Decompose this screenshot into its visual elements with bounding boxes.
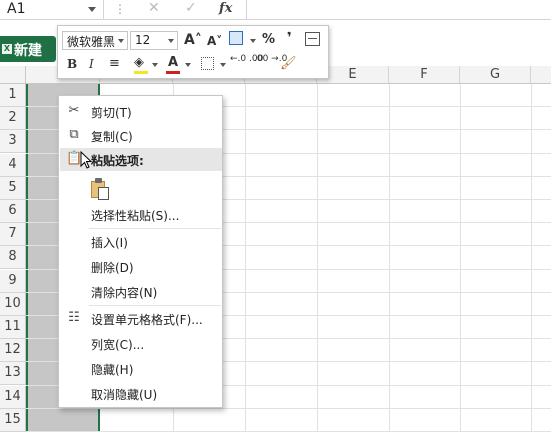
copy-icon: ⧉ [69, 127, 79, 142]
number-format-icon[interactable] [229, 31, 243, 45]
menu-item-label: 粘贴选项: [91, 154, 144, 168]
italic-icon[interactable]: I [89, 55, 94, 73]
menu-item-label: 插入(I) [91, 236, 128, 250]
menu-item-hide[interactable]: 隐藏(H) [60, 357, 222, 380]
menu-item-label: 剪切(T) [91, 106, 132, 120]
row-header-10[interactable]: 10 [0, 292, 26, 316]
menu-item-paste-special[interactable]: 选择性粘贴(S)... [60, 203, 222, 226]
column-gridline [531, 84, 532, 432]
menu-item-label: 删除(D) [91, 261, 134, 275]
mouse-cursor-icon [80, 151, 92, 169]
merge-center-icon[interactable] [305, 32, 320, 46]
context-menu: ✂ 剪切(T) ⧉ 复制(C) 📋 粘贴选项: 选择性粘贴(S)... 插入(I… [58, 95, 223, 408]
menu-separator [89, 305, 221, 306]
column-gridline [317, 84, 318, 432]
row-header-15[interactable]: 15 [0, 408, 26, 432]
font-name-select[interactable]: 微软雅黑 [62, 31, 128, 50]
menu-item-delete[interactable]: 删除(D) [60, 255, 222, 278]
menu-item-format-cells[interactable]: ☷ 设置单元格格式(F)... [60, 307, 222, 330]
bold-icon[interactable]: B [67, 55, 77, 73]
column-gridline [245, 84, 246, 432]
name-box-dropdown-icon[interactable] [88, 7, 96, 12]
grow-font-icon[interactable]: A˄ [184, 31, 202, 49]
font-color-icon[interactable]: A [168, 54, 178, 72]
font-size-value: 12 [135, 33, 151, 47]
column-header-f[interactable]: F [389, 66, 460, 84]
chevron-down-icon[interactable] [185, 63, 191, 67]
formula-bar-grip-icon: ⋮ [114, 2, 126, 16]
workbook-tab-label: 新建 [14, 43, 42, 59]
column-gridline [389, 84, 390, 432]
menu-item-copy[interactable]: ⧉ 复制(C) [60, 124, 222, 147]
menu-item-label: 隐藏(H) [91, 363, 134, 377]
menu-item-column-width[interactable]: 列宽(C)... [60, 332, 222, 355]
clipboard-clip [95, 178, 102, 183]
row-header-13[interactable]: 13 [0, 362, 26, 386]
menu-item-label: 取消隐藏(U) [91, 388, 158, 402]
fill-color-swatch [134, 71, 148, 74]
menu-item-label: 清除内容(N) [91, 286, 158, 300]
chevron-down-icon[interactable] [220, 63, 226, 67]
row-header-2[interactable]: 2 [0, 107, 26, 131]
menu-item-label: 选择性粘贴(S)... [91, 209, 180, 223]
align-center-icon[interactable]: ≡ [109, 55, 120, 73]
percent-icon[interactable]: % [262, 31, 275, 49]
confirm-entry-button[interactable]: ✓ [185, 0, 197, 16]
name-box[interactable]: A1 [0, 0, 104, 20]
row-header-3[interactable]: 3 [0, 130, 26, 154]
shrink-font-icon[interactable]: A˅ [207, 32, 222, 50]
formula-bar-divider [246, 0, 247, 20]
menu-item-cut[interactable]: ✂ 剪切(T) [60, 100, 222, 123]
borders-icon[interactable] [201, 57, 214, 70]
menu-item-label: 列宽(C)... [91, 338, 145, 352]
row-header-14[interactable]: 14 [0, 385, 26, 409]
chevron-down-icon[interactable] [152, 63, 158, 67]
chevron-down-icon [118, 39, 124, 43]
font-size-select[interactable]: 12 [130, 31, 178, 50]
column-gridline [460, 84, 461, 432]
select-all-corner[interactable] [0, 66, 26, 84]
format-cells-icon: ☷ [68, 310, 80, 325]
menu-item-unhide[interactable]: 取消隐藏(U) [60, 382, 222, 405]
scissors-icon: ✂ [68, 103, 80, 118]
insert-function-button[interactable]: fx [219, 1, 232, 16]
comma-style-icon[interactable]: ❜ [287, 29, 292, 47]
paste-button[interactable] [91, 178, 111, 200]
row-header-7[interactable]: 7 [0, 223, 26, 247]
fill-color-icon[interactable]: ◈ [134, 54, 144, 72]
row-header-5[interactable]: 5 [0, 176, 26, 200]
font-name-value: 微软雅黑 [67, 35, 116, 49]
chevron-down-icon[interactable] [250, 39, 256, 43]
row-header-11[interactable]: 11 [0, 316, 26, 339]
excel-icon: X [2, 44, 12, 54]
format-painter-icon[interactable]: 🖌 [280, 55, 297, 73]
row-header-4[interactable]: 4 [0, 153, 26, 177]
paper-icon [98, 187, 109, 200]
cancel-entry-button[interactable]: ✕ [148, 0, 160, 16]
formula-bar: A1 ⋮ ✕ ✓ fx [0, 0, 551, 20]
menu-item-clear-contents[interactable]: 清除内容(N) [60, 280, 222, 303]
name-box-value: A1 [7, 1, 26, 17]
menu-item-insert[interactable]: 插入(I) [60, 230, 222, 253]
menu-item-label: 复制(C) [91, 130, 133, 144]
row-header-12[interactable]: 12 [0, 339, 26, 363]
menu-item-label: 设置单元格格式(F)... [91, 313, 203, 327]
row-header-8[interactable]: 8 [0, 246, 26, 270]
menu-separator [89, 228, 221, 229]
column-header-h[interactable] [531, 66, 551, 84]
font-color-swatch [166, 71, 180, 74]
mini-toolbar: 微软雅黑 12 A˄ A˅ % ❜ B I ≡ ◈ A ←.0 .00 .00 … [57, 25, 329, 79]
workbook-tab[interactable]: X 新建 [0, 36, 56, 62]
row-header-1[interactable]: 1 [0, 84, 26, 107]
chevron-down-icon [168, 39, 174, 43]
row-header-9[interactable]: 9 [0, 269, 26, 293]
column-header-g[interactable]: G [460, 66, 531, 84]
row-header-6[interactable]: 6 [0, 200, 26, 223]
